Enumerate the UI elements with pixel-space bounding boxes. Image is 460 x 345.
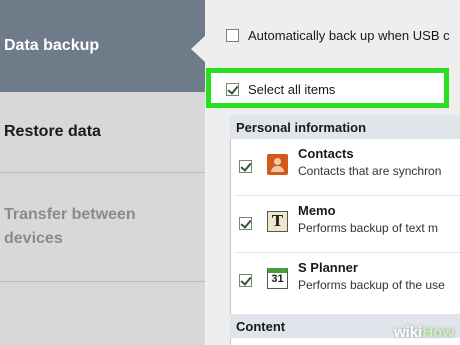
memo-icon: T: [267, 211, 288, 232]
wikihow-watermark: wikiHow: [394, 324, 454, 341]
list-item-contacts[interactable]: Contacts Contacts that are synchron: [230, 140, 460, 195]
sidebar-item-restore-data[interactable]: Restore data: [0, 92, 205, 172]
list-item-s-planner[interactable]: 31 S Planner Performs backup of the use: [230, 254, 460, 309]
item-divider: [235, 195, 460, 196]
sidebar-item-label: Restore data: [4, 123, 101, 140]
item-description: Contacts that are synchron: [298, 164, 442, 178]
calendar-icon: 31: [267, 268, 288, 289]
auto-backup-checkbox[interactable]: [226, 28, 239, 42]
item-title: Contacts: [298, 146, 354, 161]
contacts-icon: [267, 154, 288, 175]
watermark-part1: wiki: [393, 324, 423, 341]
select-all-checkbox[interactable]: [226, 82, 239, 96]
item-title: S Planner: [298, 260, 358, 275]
item-description: Performs backup of the use: [298, 278, 445, 292]
list-item-memo[interactable]: T Memo Performs backup of text m: [230, 197, 460, 252]
item-description: Performs backup of text m: [298, 221, 439, 235]
memo-checkbox[interactable]: [239, 217, 252, 230]
watermark-part2: How: [422, 324, 454, 341]
sidebar-divider: [0, 281, 205, 282]
select-all-label: Select all items: [248, 81, 336, 97]
selection-pointer: [191, 36, 205, 62]
s-planner-checkbox[interactable]: [239, 274, 252, 287]
sidebar-item-label: Data backup: [4, 37, 100, 54]
item-divider: [235, 252, 460, 253]
sidebar-item-transfer[interactable]: Transfer between devices: [0, 173, 205, 281]
auto-backup-option[interactable]: Automatically back up when USB c: [226, 26, 460, 44]
auto-backup-label: Automatically back up when USB c: [248, 27, 450, 43]
select-all-option[interactable]: Select all items: [226, 80, 441, 98]
sidebar-item-label: Transfer between devices: [4, 206, 136, 247]
contacts-checkbox[interactable]: [239, 160, 252, 173]
section-header-personal: Personal information: [230, 115, 460, 139]
sidebar: Data backup Restore data Transfer betwee…: [0, 0, 205, 345]
sidebar-item-data-backup[interactable]: Data backup: [0, 0, 205, 92]
item-title: Memo: [298, 203, 336, 218]
